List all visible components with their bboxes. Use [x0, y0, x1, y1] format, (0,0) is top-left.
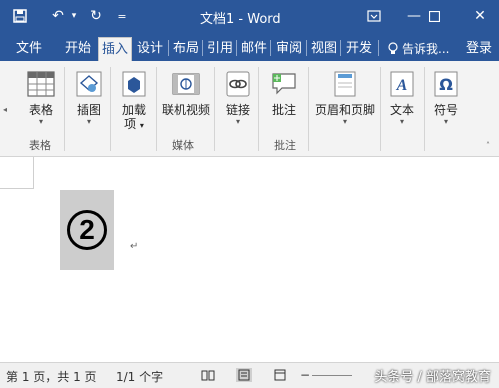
addins-icon	[119, 69, 149, 99]
group-separator	[110, 67, 111, 151]
text-label: 文本	[389, 103, 414, 117]
group-separator	[214, 67, 215, 151]
text-button[interactable]: A 文本 ▾	[384, 65, 420, 133]
circled-number-text: 2	[67, 210, 107, 250]
symbols-button[interactable]: Ω 符号 ▾	[428, 65, 464, 133]
tab-file[interactable]: 文件	[8, 37, 50, 61]
web-layout-icon[interactable]	[272, 368, 288, 382]
tab-separator	[378, 40, 379, 56]
selected-circled-number[interactable]: 2	[60, 190, 114, 270]
links-button[interactable]: 链接 ▾	[220, 65, 256, 133]
header-footer-button[interactable]: 页眉和页脚 ▾	[312, 65, 378, 133]
tab-developer[interactable]: 开发	[342, 37, 376, 61]
comment-icon	[269, 69, 299, 99]
table-label: 表格	[28, 103, 53, 117]
ribbon-display-options-icon[interactable]	[360, 4, 388, 28]
page-count-status[interactable]: 第 1 页，共 1 页	[6, 368, 97, 385]
title-bar: ↶ ▾ ↻ = 文档1 - Word — ✕	[0, 0, 499, 34]
text-icon: A	[387, 69, 417, 99]
addins-label: 加载项 ▾	[121, 103, 146, 131]
zoom-slider[interactable]	[312, 375, 352, 376]
illustrations-button[interactable]: 插图 ▾	[70, 65, 108, 133]
illustrations-icon	[74, 69, 104, 99]
comment-label: 批注	[271, 103, 296, 117]
ribbon-scroll-left-icon[interactable]: ◂	[3, 105, 7, 114]
tab-home[interactable]: 开始	[60, 37, 96, 61]
chevron-down-icon: ▾	[342, 117, 347, 126]
tab-separator	[306, 40, 307, 56]
close-button[interactable]: ✕	[466, 4, 494, 28]
tab-separator	[202, 40, 203, 56]
page-margin-marker	[0, 157, 34, 189]
ribbon-tabs: 文件 开始 插入 设计 布局 引用 邮件 审阅 视图 开发 告诉我... 登录	[0, 34, 499, 61]
video-icon	[171, 69, 201, 99]
redo-icon[interactable]: ↻	[86, 6, 106, 26]
addins-label-line1: 加载	[121, 103, 146, 117]
link-icon	[223, 69, 253, 99]
read-mode-icon[interactable]	[200, 368, 216, 382]
group-label-tables: 表格	[29, 139, 51, 152]
maximize-button[interactable]	[420, 4, 448, 28]
group-separator	[258, 67, 259, 151]
svg-text:Ω: Ω	[439, 75, 453, 94]
tab-view[interactable]: 视图	[308, 37, 340, 61]
tab-separator	[270, 40, 271, 56]
customize-quick-access-icon[interactable]: =	[112, 6, 132, 26]
group-separator	[424, 67, 425, 151]
svg-text:A: A	[396, 77, 408, 94]
word-count-status[interactable]: 1/1 个字	[116, 368, 163, 385]
chevron-down-icon: ▾	[86, 117, 91, 126]
chevron-down-icon: ▾	[235, 117, 240, 126]
addins-label-line2: 项	[124, 117, 137, 131]
group-separator	[380, 67, 381, 151]
lightbulb-icon	[386, 37, 400, 61]
watermark-text: 头条号 / 部落窝教育	[374, 370, 491, 385]
save-icon[interactable]	[10, 6, 30, 26]
links-label: 链接	[225, 103, 250, 117]
status-bar: 第 1 页，共 1 页 1/1 个字 − 头条号 / 部落窝教育	[0, 362, 499, 388]
print-layout-icon[interactable]	[236, 368, 252, 382]
group-separator	[64, 67, 65, 151]
tab-separator	[236, 40, 237, 56]
chevron-down-icon: ▾	[443, 117, 448, 126]
sign-in-link[interactable]: 登录	[462, 37, 496, 61]
tab-references[interactable]: 引用	[204, 37, 236, 61]
tab-mailings[interactable]: 邮件	[238, 37, 270, 61]
tab-insert[interactable]: 插入	[98, 37, 132, 61]
tab-design[interactable]: 设计	[134, 37, 166, 61]
group-separator	[156, 67, 157, 151]
online-video-label: 联机视频	[161, 103, 210, 117]
tell-me-search[interactable]: 告诉我...	[402, 37, 456, 61]
group-label-comments: 批注	[274, 139, 296, 152]
addins-button[interactable]: 加载项 ▾	[116, 65, 152, 133]
symbol-icon: Ω	[431, 69, 461, 99]
chevron-down-icon: ▾	[38, 117, 43, 126]
illustrations-label: 插图	[76, 103, 101, 117]
header-footer-label: 页眉和页脚	[314, 103, 375, 117]
ribbon-panel: ◂ 表格 ▾ 插图 ▾ 加载项 ▾ 联机视频 媒体 链接 ▾ 批注 批注 页眉和…	[0, 61, 499, 157]
tab-separator	[168, 40, 169, 56]
tab-layout[interactable]: 布局	[170, 37, 202, 61]
tab-review[interactable]: 审阅	[272, 37, 306, 61]
symbols-label: 符号	[433, 103, 458, 117]
tab-separator	[340, 40, 341, 56]
header-footer-icon	[330, 69, 360, 99]
paragraph-mark: ↵	[130, 241, 139, 252]
window-title: 文档1 - Word	[200, 12, 281, 27]
zoom-out-icon[interactable]: −	[300, 368, 310, 382]
new-comment-button[interactable]: 批注	[264, 65, 304, 133]
document-canvas[interactable]: 2 ↵	[0, 157, 499, 362]
group-label-media: 媒体	[172, 139, 194, 152]
table-icon	[26, 69, 56, 99]
table-button[interactable]: 表格 ▾	[20, 65, 62, 133]
group-separator	[308, 67, 309, 151]
undo-dropdown-icon[interactable]: ▾	[64, 6, 84, 26]
online-video-button[interactable]: 联机视频	[160, 65, 212, 133]
collapse-ribbon-icon[interactable]: ˄	[486, 141, 490, 150]
chevron-down-icon: ▾	[399, 117, 404, 126]
